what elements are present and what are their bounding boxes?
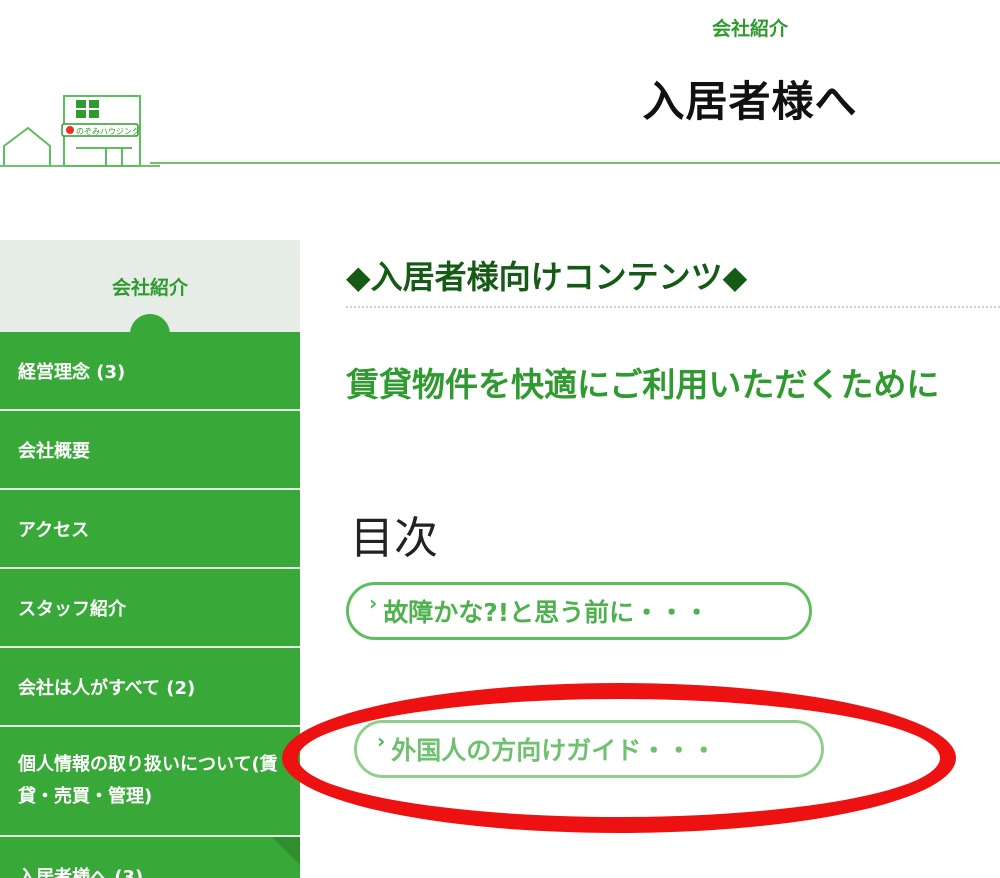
sidebar-item-privacy[interactable]: 個人情報の取り扱いについて(賃貸・売買・管理) xyxy=(0,727,300,837)
header-divider xyxy=(150,162,1000,164)
sidebar-item-philosophy[interactable]: 経営理念 (3) xyxy=(0,332,300,411)
page-title: 入居者様へ xyxy=(642,77,858,126)
sidebar-item-label: 入居者様へ (3) xyxy=(18,866,144,878)
toc-link-foreigner-guide[interactable]: › 外国人の方向けガイド・・・ xyxy=(354,720,824,778)
category-label[interactable]: 会社紹介 xyxy=(650,14,850,41)
sidebar-item-label: スタッフ紹介 xyxy=(18,598,126,620)
site-header: 会社紹介 入居者様へ のぞみハウジング xyxy=(0,0,1000,170)
company-logo[interactable]: のぞみハウジング xyxy=(0,88,160,170)
sidebar-item-company-profile[interactable]: 会社概要 xyxy=(0,411,300,490)
content-subheading: 賃貸物件を快適にご利用いただくために xyxy=(346,365,940,404)
section-heading: ◆入居者様向けコンテンツ◆ xyxy=(346,258,748,296)
chevron-right-icon: › xyxy=(377,729,386,753)
chevron-right-icon: › xyxy=(369,591,378,615)
sidebar-item-access[interactable]: アクセス xyxy=(0,490,300,569)
sidebar-item-label: アクセス xyxy=(18,519,90,541)
toc-title: 目次 xyxy=(350,513,438,564)
toc-link-label: 外国人の方向けガイド・・・ xyxy=(391,736,717,765)
dotted-divider xyxy=(346,306,1000,308)
toc-link-troubleshooting[interactable]: › 故障かな?!と思う前に・・・ xyxy=(346,582,812,640)
sidebar-item-people[interactable]: 会社は人がすべて (2) xyxy=(0,648,300,727)
toc-link-label: 故障かな?!と思う前に・・・ xyxy=(383,598,710,627)
sidebar-heading: 会社紹介 xyxy=(0,240,300,354)
sidebar-item-residents[interactable]: 入居者様へ (3) xyxy=(0,837,300,878)
sidebar-item-label: 個人情報の取り扱いについて(賃貸・売買・管理) xyxy=(18,754,278,807)
sidebar-heading-label: 会社紹介 xyxy=(111,277,188,299)
sidebar-nav: 会社紹介 経営理念 (3) 会社概要 アクセス スタッフ紹介 会社は人がすべて … xyxy=(0,240,300,878)
svg-text:のぞみハウジング: のぞみハウジング xyxy=(76,126,140,136)
sidebar-item-label: 経営理念 (3) xyxy=(18,361,126,383)
active-corner-marker xyxy=(272,837,300,865)
sidebar-item-label: 会社は人がすべて (2) xyxy=(18,677,196,699)
sidebar-item-staff[interactable]: スタッフ紹介 xyxy=(0,569,300,648)
sidebar-item-label: 会社概要 xyxy=(18,440,90,462)
